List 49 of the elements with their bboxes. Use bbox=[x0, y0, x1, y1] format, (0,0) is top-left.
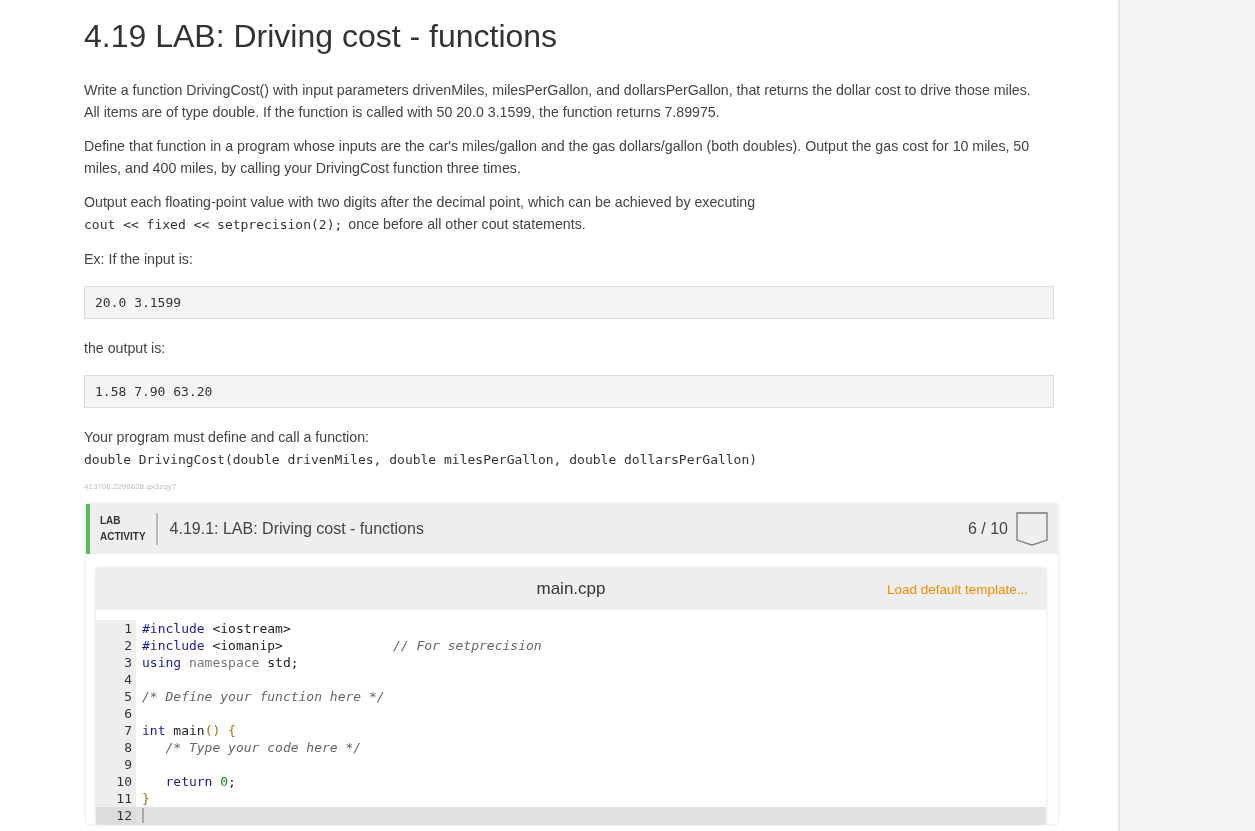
lab-title: 4.19.1: LAB: Driving cost - functions bbox=[169, 520, 424, 538]
instruction-text: once before all other cout statements. bbox=[348, 215, 586, 234]
code-token: #include bbox=[142, 620, 205, 637]
code-token: using bbox=[142, 654, 182, 671]
code-token: 0 bbox=[219, 773, 229, 790]
code-token: /* Define your function here */ bbox=[142, 688, 385, 705]
code-token: #include bbox=[142, 637, 205, 654]
instruction-paragraph: Define that function in a program whose inputs are the car's miles/gallon and the gas dollars/gallon (both doubles). Output the gas cost for 10 miles, 50 miles, and 400 miles, by calling your DrivingCost function three times. bbox=[84, 137, 1031, 178]
line-number: 1 bbox=[96, 620, 136, 637]
text-cursor bbox=[142, 808, 144, 823]
line-number: 12 bbox=[96, 807, 136, 824]
line-number: 5 bbox=[96, 688, 136, 705]
function-signature: double DrivingCost(double drivenMiles, double milesPerGallon, double dollarsPerGallon) bbox=[84, 452, 758, 467]
code-token: <iomanip> bbox=[211, 637, 283, 654]
code-token: <iostream> bbox=[211, 620, 291, 637]
code-token: /* Type your code here */ bbox=[164, 739, 362, 756]
code-token: namespace bbox=[187, 654, 260, 671]
code-token: int bbox=[142, 722, 166, 739]
file-name: main.cpp bbox=[536, 579, 606, 599]
code-token: std; bbox=[266, 654, 299, 671]
code-token: () { bbox=[204, 722, 236, 739]
example-label: Ex: If the input is: bbox=[84, 250, 194, 269]
line-number: 4 bbox=[96, 671, 136, 688]
code-token: // For setprecision bbox=[392, 637, 542, 654]
instruction-text: Your program must define and call a function: bbox=[84, 428, 370, 447]
line-number: 10 bbox=[96, 773, 136, 790]
lab-activity-tag: LAB ACTIVITY bbox=[100, 513, 158, 545]
page-title: 4.19 LAB: Driving cost - functions bbox=[84, 18, 559, 55]
line-number: 11 bbox=[96, 790, 136, 807]
code-token: main bbox=[172, 722, 205, 739]
line-number: 3 bbox=[96, 654, 136, 671]
load-template-link[interactable]: Load default template... bbox=[886, 581, 1028, 597]
line-number: 7 bbox=[96, 722, 136, 739]
code-token: ; bbox=[228, 773, 236, 790]
input-sample-box: 20.0 3.1599 bbox=[84, 286, 1054, 319]
line-number: 2 bbox=[96, 637, 136, 654]
output-sample-box: 1.58 7.90 63.20 bbox=[84, 375, 1054, 408]
instruction-paragraph: Output each floating-point value with two digits after the decimal point, which can be achieved by executing bbox=[84, 193, 756, 212]
badge-outline-icon bbox=[1016, 512, 1048, 546]
line-number: 9 bbox=[96, 756, 136, 773]
example-label: the output is: bbox=[84, 339, 167, 358]
code-token: } bbox=[142, 790, 150, 807]
inline-code: cout << fixed << setprecision(2); bbox=[84, 216, 343, 234]
instruction-paragraph: Write a function DrivingCost() with input parameters drivenMiles, milesPerGallon, and dollarsPerGallon, that returns the dollar cost to drive those miles. All items are of type double. If the function is called with 50 20.0 3.1599, the function returns 7.89975. bbox=[84, 81, 1032, 122]
line-number: 6 bbox=[96, 705, 136, 722]
activity-id: 413706.2298628.qx3zqy7 bbox=[84, 482, 178, 491]
code-token: return bbox=[164, 773, 213, 790]
score-text: 6 / 10 bbox=[967, 520, 1008, 538]
line-number: 8 bbox=[96, 739, 136, 756]
